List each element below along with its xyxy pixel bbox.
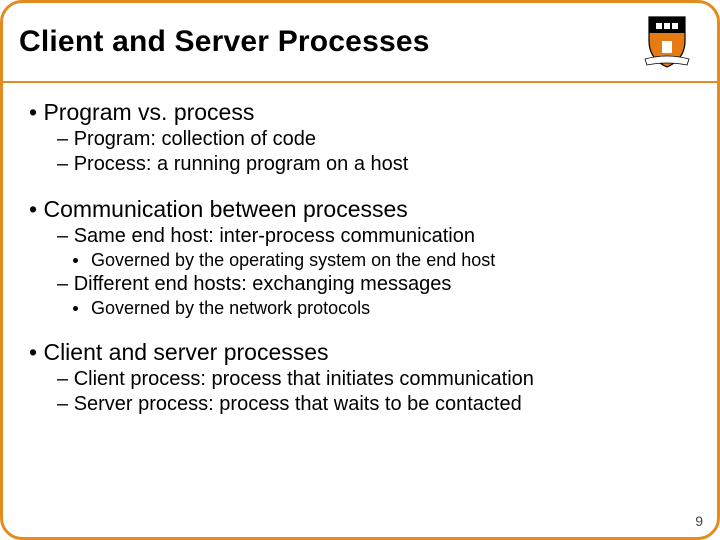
subbullet-server-def: Server process: process that waits to be… xyxy=(57,393,691,416)
subsubbullet-os-governed: Governed by the operating system on the … xyxy=(91,250,691,271)
title-bar: Client and Server Processes xyxy=(3,3,717,83)
subbullet-diff-hosts: Different end hosts: exchanging messages xyxy=(57,273,691,296)
slide-title: Client and Server Processes xyxy=(19,25,430,59)
subbullet-process-def: Process: a running program on a host xyxy=(57,153,691,176)
subsubbullet-network-governed: Governed by the network protocols xyxy=(91,298,691,319)
bullet-client-server: Client and server processes xyxy=(29,339,691,366)
page-number: 9 xyxy=(695,513,703,529)
slide-body: Program vs. process Program: collection … xyxy=(3,83,717,416)
bullet-program-vs-process: Program vs. process xyxy=(29,99,691,126)
bullet-communication: Communication between processes xyxy=(29,196,691,223)
subbullet-client-def: Client process: process that initiates c… xyxy=(57,368,691,391)
princeton-shield-icon xyxy=(637,11,697,71)
subbullet-program-def: Program: collection of code xyxy=(57,128,691,151)
slide-frame: Client and Server Processes Program vs. … xyxy=(0,0,720,540)
subbullet-same-host: Same end host: inter-process communicati… xyxy=(57,225,691,248)
